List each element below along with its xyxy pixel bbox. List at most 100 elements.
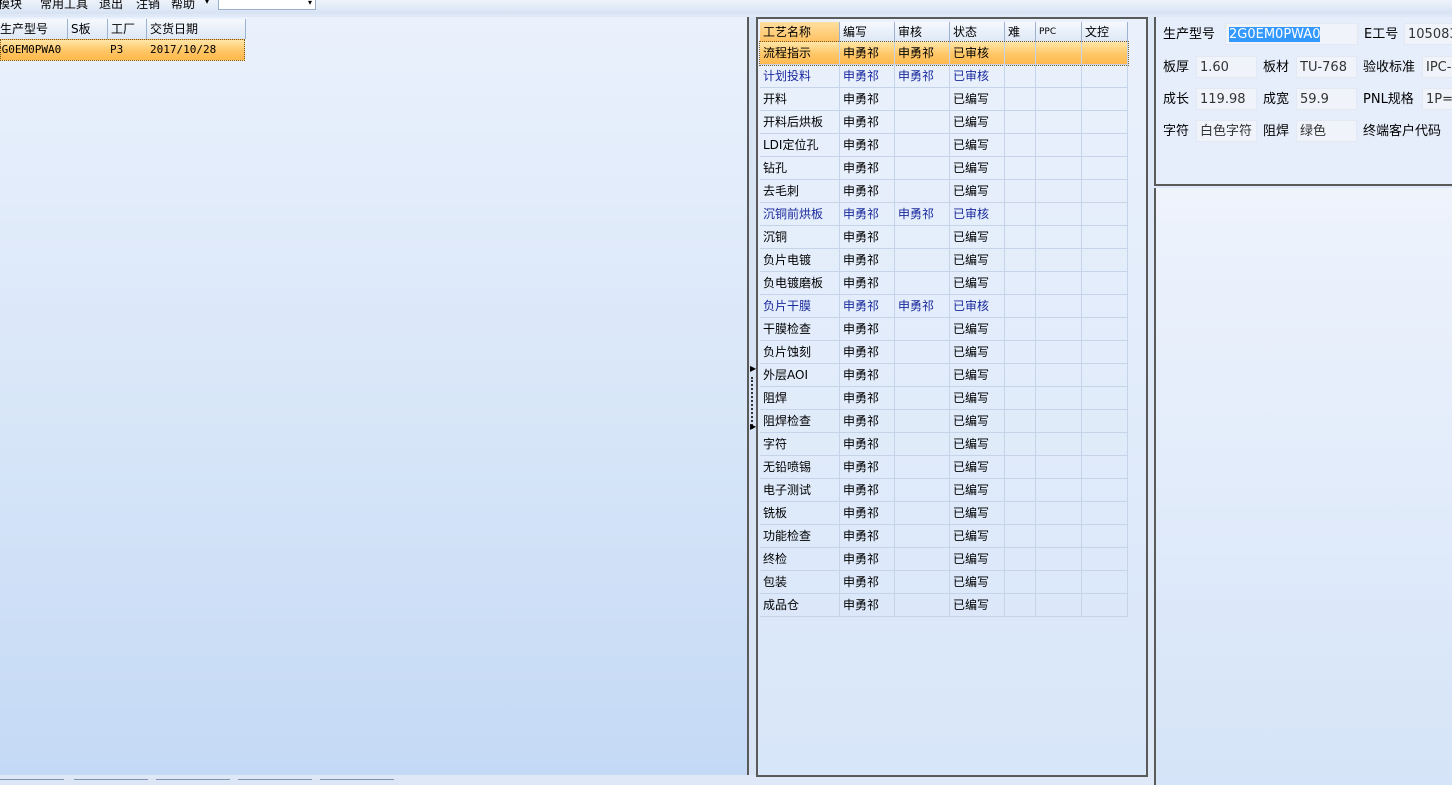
col-header-ppc[interactable]: PPC	[1036, 22, 1082, 42]
status-cell: 已编写	[950, 111, 1005, 134]
reviewer-cell	[895, 318, 950, 341]
ppc-cell	[1036, 571, 1082, 594]
reviewer-cell	[895, 548, 950, 571]
writer-cell: 申勇祁	[840, 272, 895, 295]
col-header-reviewer[interactable]: 审核	[895, 22, 950, 42]
ppc-cell	[1036, 157, 1082, 180]
process-row[interactable]: 成品仓 申勇祁 已编写	[760, 594, 1128, 617]
bottom-tab-4[interactable]	[238, 779, 312, 783]
menu-item-logout[interactable]: 注销	[136, 0, 160, 12]
process-name-cell: 流程指示	[760, 42, 840, 65]
menu-item-modules[interactable]: 模块	[0, 0, 22, 12]
status-cell: 已编写	[950, 249, 1005, 272]
col-header-factory[interactable]: 工厂	[108, 19, 147, 39]
process-name-cell: 铣板	[760, 502, 840, 525]
bottom-tab-1[interactable]	[0, 779, 64, 783]
bottom-tab-2[interactable]	[74, 779, 148, 783]
reviewer-cell	[895, 157, 950, 180]
col-header-writer[interactable]: 编写	[840, 22, 895, 42]
process-row[interactable]: 负片电镀 申勇祁 已编写	[760, 249, 1128, 272]
order-row[interactable]: 2G0EM0PWA0 P3 2017/10/28	[0, 39, 245, 61]
difficulty-cell	[1005, 433, 1036, 456]
col-header-doc-control[interactable]: 文控	[1082, 22, 1128, 42]
ppc-cell	[1036, 295, 1082, 318]
process-row[interactable]: 终检 申勇祁 已编写	[760, 548, 1128, 571]
process-row[interactable]: 沉铜前烘板 申勇祁 申勇祁 已审核	[760, 203, 1128, 226]
status-cell: 已编写	[950, 88, 1005, 111]
doc-control-cell	[1082, 433, 1128, 456]
col-header-process-name[interactable]: 工艺名称	[760, 22, 840, 42]
toolbar-combo[interactable]: ▾	[218, 0, 316, 10]
status-cell: 已编写	[950, 341, 1005, 364]
process-row[interactable]: 计划投料 申勇祁 申勇祁 已审核	[760, 65, 1128, 88]
process-row[interactable]: 钻孔 申勇祁 已编写	[760, 157, 1128, 180]
process-row[interactable]: LDI定位孔 申勇祁 已编写	[760, 134, 1128, 157]
process-row[interactable]: 干膜检查 申勇祁 已编写	[760, 318, 1128, 341]
doc-control-cell	[1082, 594, 1128, 617]
doc-control-cell	[1082, 111, 1128, 134]
difficulty-cell	[1005, 456, 1036, 479]
standard-field[interactable]: IPC-	[1422, 56, 1452, 78]
process-row[interactable]: 去毛刺 申勇祁 已编写	[760, 180, 1128, 203]
status-cell: 已编写	[950, 387, 1005, 410]
process-row[interactable]: 流程指示 申勇祁 申勇祁 已审核	[759, 41, 1129, 66]
col-header-status[interactable]: 状态	[950, 22, 1005, 42]
thickness-field[interactable]: 1.60	[1196, 56, 1257, 78]
reviewer-cell: 申勇祁	[895, 65, 950, 88]
menu-item-help[interactable]: 帮助	[171, 0, 195, 12]
process-row[interactable]: 开料 申勇祁 已编写	[760, 88, 1128, 111]
bottom-tab-3[interactable]	[156, 779, 230, 783]
model-field[interactable]: 2G0EM0PWA0	[1225, 23, 1358, 45]
col-header-model[interactable]: 生产型号	[0, 19, 68, 39]
material-field[interactable]: TU-768	[1296, 56, 1357, 78]
writer-cell: 申勇祁	[840, 226, 895, 249]
process-row[interactable]: 阻焊检查 申勇祁 已编写	[760, 410, 1128, 433]
combo-arrow-icon[interactable]: ▾	[308, 0, 312, 8]
writer-cell: 申勇祁	[840, 456, 895, 479]
reviewer-cell	[895, 364, 950, 387]
process-row[interactable]: 字符 申勇祁 已编写	[760, 433, 1128, 456]
col-header-s-board[interactable]: S板	[68, 19, 108, 39]
writer-cell: 申勇祁	[840, 318, 895, 341]
doc-control-cell	[1082, 571, 1128, 594]
doc-control-cell	[1082, 88, 1128, 111]
panel-splitter[interactable]: ▶ ▶	[749, 17, 756, 775]
character-field[interactable]: 白色字符	[1196, 120, 1257, 142]
process-row[interactable]: 包装 申勇祁 已编写	[760, 571, 1128, 594]
length-field[interactable]: 119.98	[1196, 88, 1257, 110]
process-row[interactable]: 负片蚀刻 申勇祁 已编写	[760, 341, 1128, 364]
bottom-tab-5[interactable]	[320, 779, 394, 783]
process-row[interactable]: 开料后烘板 申勇祁 已编写	[760, 111, 1128, 134]
col-header-delivery-date[interactable]: 交货日期	[147, 19, 246, 39]
difficulty-cell	[1005, 571, 1036, 594]
difficulty-cell	[1005, 341, 1036, 364]
doc-control-cell	[1082, 479, 1128, 502]
process-row[interactable]: 负片干膜 申勇祁 申勇祁 已审核	[760, 295, 1128, 318]
process-row[interactable]: 负电镀磨板 申勇祁 已编写	[760, 272, 1128, 295]
process-row[interactable]: 功能检查 申勇祁 已编写	[760, 525, 1128, 548]
process-row[interactable]: 外层AOI 申勇祁 已编写	[760, 364, 1128, 387]
doc-control-cell	[1082, 249, 1128, 272]
process-row[interactable]: 沉铜 申勇祁 已编写	[760, 226, 1128, 249]
writer-cell: 申勇祁	[840, 479, 895, 502]
pnl-field[interactable]: 1P=	[1422, 88, 1452, 110]
process-row[interactable]: 铣板 申勇祁 已编写	[760, 502, 1128, 525]
menu-item-tools[interactable]: 常用工具	[40, 0, 88, 12]
col-header-difficulty[interactable]: 难	[1005, 22, 1036, 42]
solder-mask-field[interactable]: 绿色	[1296, 120, 1357, 142]
reviewer-cell	[895, 433, 950, 456]
reviewer-cell	[895, 456, 950, 479]
process-row[interactable]: 电子测试 申勇祁 已编写	[760, 479, 1128, 502]
ppc-cell	[1036, 410, 1082, 433]
ppc-cell	[1036, 88, 1082, 111]
menu-item-exit[interactable]: 退出	[99, 0, 123, 12]
width-field[interactable]: 59.9	[1296, 88, 1357, 110]
e-number-field[interactable]: 105083	[1404, 23, 1452, 45]
ppc-cell	[1036, 594, 1082, 617]
process-row[interactable]: 无铅喷锡 申勇祁 已编写	[760, 456, 1128, 479]
reviewer-cell	[895, 226, 950, 249]
order-date-cell: 2017/10/28	[150, 43, 217, 56]
writer-cell: 申勇祁	[840, 433, 895, 456]
help-dropdown-arrow-icon[interactable]: ▾	[205, 0, 209, 6]
process-row[interactable]: 阻焊 申勇祁 已编写	[760, 387, 1128, 410]
